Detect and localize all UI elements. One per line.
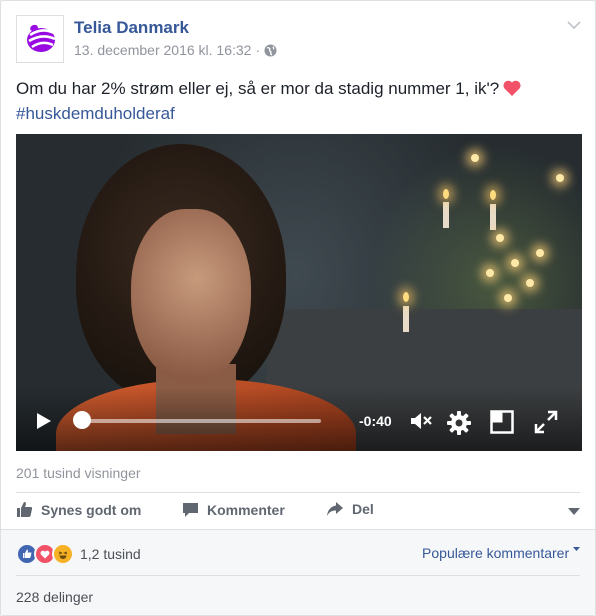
telia-logo-icon (27, 24, 56, 52)
video-scene-candle (443, 202, 449, 228)
tree-light (536, 249, 544, 257)
progress-track[interactable] (76, 419, 321, 423)
thumbs-up-icon (17, 502, 33, 517)
mini-player-icon (490, 410, 514, 434)
video-scene-flame (490, 190, 496, 200)
haha-reaction-icon (52, 543, 74, 565)
share-button[interactable]: Del (326, 501, 374, 517)
post-message: Om du har 2% strøm eller ej, så er mor d… (16, 79, 500, 98)
tree-light (471, 154, 479, 162)
post-card: Telia Danmark 13. december 2016 kl. 16:3… (0, 0, 596, 616)
video-scene-flame (443, 189, 449, 199)
comment-sort-label: Populære kommentarer (422, 545, 570, 561)
action-bar: Synes godt om Kommenter Del (16, 501, 580, 523)
settings-button[interactable] (446, 410, 472, 441)
time-remaining: -0:40 (359, 413, 392, 429)
progress-scrubber[interactable] (73, 411, 91, 429)
comment-sort-dropdown[interactable]: Populære kommentarer (422, 545, 580, 561)
fullscreen-button[interactable] (534, 410, 558, 439)
play-icon (37, 413, 51, 429)
divider (16, 492, 580, 493)
chevron-down-icon (568, 508, 580, 515)
share-options-button[interactable] (568, 503, 580, 521)
settings-icon (447, 411, 471, 435)
comment-label: Kommenter (207, 501, 285, 518)
reaction-summary[interactable]: 1,2 tusind (16, 543, 141, 565)
chevron-down-icon (573, 547, 580, 551)
mute-button[interactable] (409, 410, 433, 437)
mini-player-button[interactable] (490, 410, 514, 439)
tree-light (526, 279, 534, 287)
post-meta: 13. december 2016 kl. 16:32 · (74, 42, 277, 58)
video-player[interactable]: -0:40 (16, 134, 582, 451)
reaction-count[interactable]: 1,2 tusind (80, 546, 141, 562)
video-scene-candle (403, 306, 409, 332)
like-button[interactable]: Synes godt om (16, 501, 141, 518)
share-label: Del (352, 501, 374, 517)
tree-light (496, 234, 504, 242)
page-name-link[interactable]: Telia Danmark (74, 18, 189, 38)
tree-light (511, 259, 519, 267)
view-count[interactable]: 201 tusind visninger (16, 465, 141, 481)
globe-icon[interactable] (264, 44, 277, 57)
tree-light (486, 269, 494, 277)
comment-button[interactable]: Kommenter (182, 501, 285, 518)
video-scene-candle (490, 204, 496, 230)
play-button[interactable] (36, 412, 52, 435)
tree-light (556, 174, 564, 182)
hashtag-link[interactable]: #huskdemduholderaf (16, 104, 175, 123)
like-label: Synes godt om (41, 501, 142, 518)
post-timestamp[interactable]: 13. december 2016 kl. 16:32 (74, 42, 251, 58)
video-scene-face (131, 209, 251, 384)
page-avatar[interactable] (16, 15, 64, 63)
fullscreen-icon (534, 410, 558, 434)
chevron-down-icon (567, 21, 581, 30)
mute-icon (411, 413, 432, 429)
comment-icon (183, 503, 198, 517)
heart-icon (502, 79, 522, 103)
video-scene-flame (403, 292, 409, 302)
share-count[interactable]: 228 delinger (16, 589, 93, 605)
share-arrow-icon (327, 502, 343, 516)
tree-light (504, 294, 512, 302)
post-options-button[interactable] (567, 17, 581, 35)
meta-separator: · (255, 42, 261, 58)
post-text: Om du har 2% strøm eller ej, så er mor d… (16, 78, 576, 125)
divider (16, 575, 580, 576)
